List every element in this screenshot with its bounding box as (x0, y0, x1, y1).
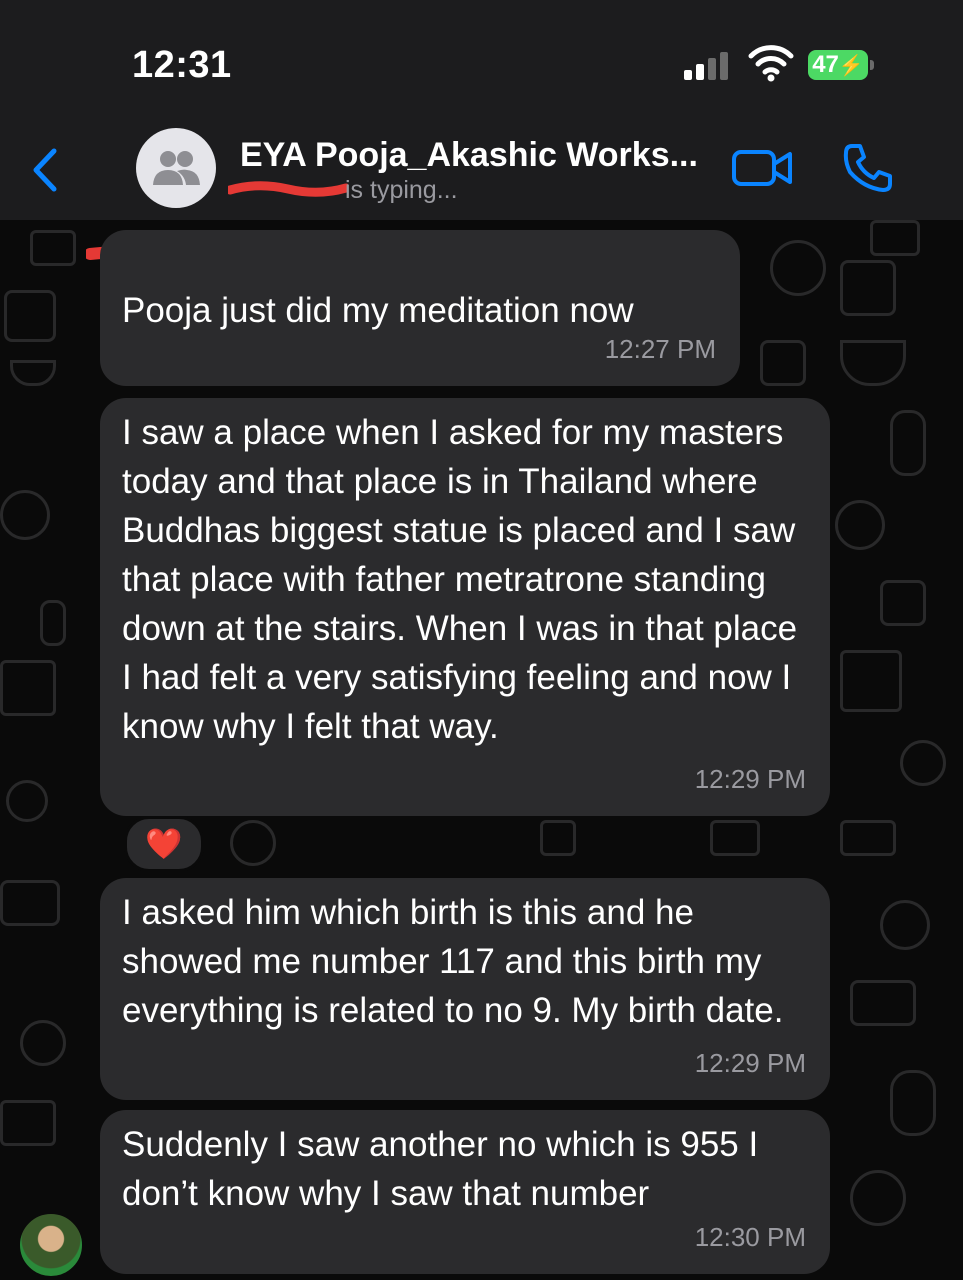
video-camera-icon[interactable] (730, 146, 794, 190)
message-bubble[interactable]: Suddenly I saw another no which is 955 I… (100, 1110, 830, 1274)
chevron-left-icon[interactable] (26, 145, 66, 195)
message-text: I saw a place when I asked for my master… (122, 413, 798, 746)
message-text: Suddenly I saw another no which is 955 I… (122, 1125, 759, 1213)
message-text: I asked him which birth is this and he s… (122, 893, 784, 1030)
message-time: 12:29 PM (694, 764, 806, 794)
message-bubble[interactable]: I saw a place when I asked for my master… (100, 398, 830, 816)
battery-level: 47 (812, 51, 839, 78)
message-bubble[interactable]: I asked him which birth is this and he s… (100, 878, 830, 1100)
status-time: 12:31 (132, 44, 232, 86)
group-avatar-icon (153, 151, 200, 185)
heart-reaction[interactable]: ❤️ (124, 816, 204, 872)
phone-icon[interactable] (842, 142, 894, 194)
group-avatar[interactable] (136, 128, 216, 208)
chat-title[interactable]: EYA Pooja_Akashic Works... (240, 136, 698, 175)
message-time: 12:27 PM (604, 334, 716, 364)
message-time: 12:29 PM (694, 1048, 806, 1078)
heart-icon: ❤️ (145, 827, 183, 861)
typing-status: is typing... (345, 176, 458, 204)
chat-header: 12:31 47 ⚡ EYA Pooja_Akashic Works... is … (0, 0, 963, 220)
message-bubble[interactable]: Pooja just did my meditation now 12:27 P… (100, 230, 740, 386)
wifi-icon (748, 45, 794, 82)
battery-indicator: 47 ⚡ (808, 50, 874, 80)
cellular-signal-icon (684, 52, 730, 80)
sender-avatar[interactable] (18, 1212, 84, 1278)
message-time: 12:30 PM (694, 1222, 806, 1252)
